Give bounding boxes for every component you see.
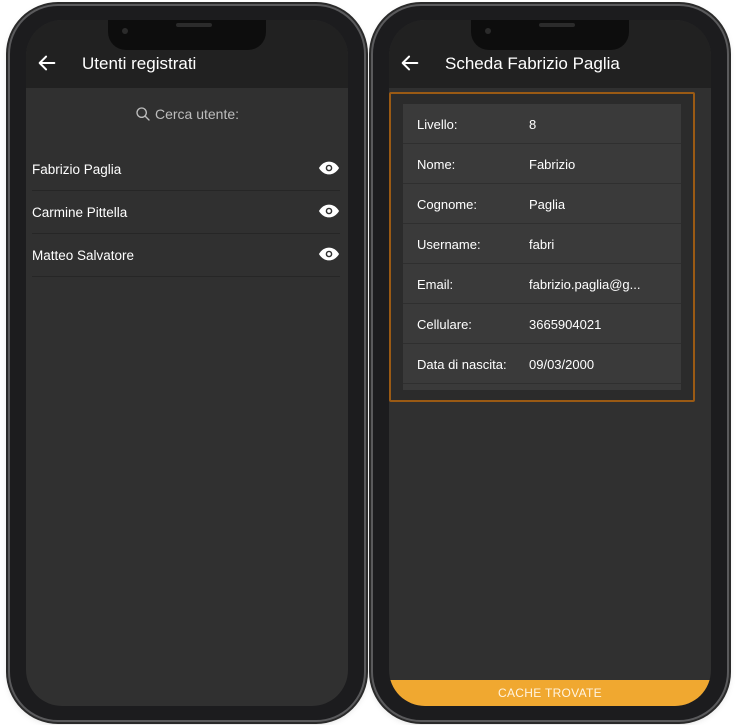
eye-icon[interactable] [318,160,340,176]
back-arrow-icon[interactable] [36,52,58,74]
user-name: Fabrizio Paglia [32,161,122,177]
user-detail-card: Livello: 8 Nome: Fabrizio Cognome: Pagli… [389,92,695,402]
search-input[interactable]: Cerca utente: [26,106,348,122]
page-title: Scheda Fabrizio Paglia [445,54,620,73]
detail-row-livello: Livello: 8 [403,104,681,144]
cache-trovate-button[interactable]: CACHE TROVATE [389,680,711,706]
user-name: Carmine Pittella [32,204,128,220]
field-label: Nome: [417,157,456,172]
detail-row-email: Email: fabrizio.paglia@g... [403,264,681,304]
field-value: 09/03/2000 [529,357,595,372]
detail-row-data-nascita: Data di nascita: 09/03/2000 [403,344,681,384]
list-item[interactable]: Carmine Pittella [32,191,340,234]
list-item[interactable]: Matteo Salvatore [32,234,340,277]
field-label: Cognome: [417,197,477,212]
eye-icon[interactable] [318,246,340,262]
notch [471,20,629,50]
field-value: Paglia [529,197,566,212]
field-label: Data di nascita: [417,357,507,372]
field-value: fabri [529,237,555,252]
list-item[interactable]: Fabrizio Paglia [32,148,340,191]
eye-icon[interactable] [318,203,340,219]
field-label: Cellulare: [417,317,472,332]
field-label: Username: [417,237,481,252]
field-value: 3665904021 [529,317,602,332]
user-list: Fabrizio Paglia Carmine Pittella Matteo … [32,148,340,277]
field-value: Fabrizio [529,157,576,172]
phone-right: Scheda Fabrizio Paglia Livello: 8 Nome: … [373,6,727,720]
notch [108,20,266,50]
back-arrow-icon[interactable] [399,52,421,74]
detail-row-cellulare: Cellulare: 3665904021 [403,304,681,344]
screen-users-list: Utenti registrati Cerca utente: Fabrizio… [26,20,348,706]
user-name: Matteo Salvatore [32,247,135,263]
search-icon [136,107,150,121]
search-placeholder: Cerca utente: [154,106,240,122]
user-detail-table: Livello: 8 Nome: Fabrizio Cognome: Pagli… [403,104,681,390]
detail-row-nome: Nome: Fabrizio [403,144,681,184]
field-label: Email: [417,277,454,292]
phone-left: Utenti registrati Cerca utente: Fabrizio… [10,6,364,720]
screen-user-detail: Scheda Fabrizio Paglia Livello: 8 Nome: … [389,20,711,706]
page-title: Utenti registrati [82,54,197,73]
detail-row-username: Username: fabri [403,224,681,264]
field-value: 8 [529,117,537,132]
field-value: fabrizio.paglia@g... [529,277,641,292]
field-label: Livello: [417,117,458,132]
detail-row-cognome: Cognome: Paglia [403,184,681,224]
